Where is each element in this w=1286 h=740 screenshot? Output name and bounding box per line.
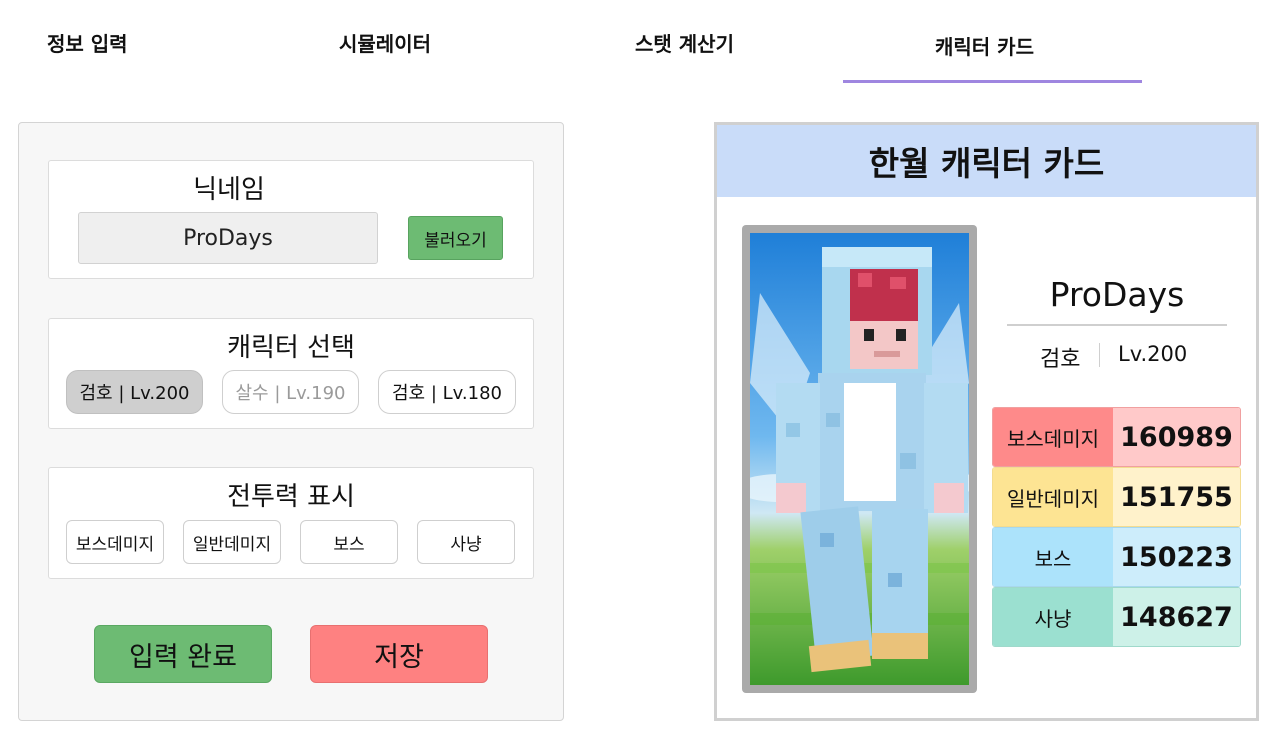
stat-value: 151755 xyxy=(1113,468,1240,526)
stat-row-hunting: 사냥 148627 xyxy=(992,587,1241,647)
character-portrait-frame xyxy=(742,225,977,693)
character-option-1[interactable]: 검호 | Lv.200 xyxy=(66,370,203,414)
stat-value: 150223 xyxy=(1113,528,1240,586)
save-button[interactable]: 저장 xyxy=(310,625,488,683)
character-portrait-image xyxy=(750,233,969,685)
character-select-heading: 캐릭터 선택 xyxy=(227,333,355,363)
input-complete-button[interactable]: 입력 완료 xyxy=(94,625,272,683)
card-class-divider xyxy=(1099,343,1100,367)
stat-label: 보스 xyxy=(993,528,1113,586)
active-tab-indicator xyxy=(843,80,1142,83)
card-character-name: ProDays xyxy=(1049,275,1185,314)
nickname-input[interactable] xyxy=(78,212,378,264)
nickname-section: 닉네임 불러오기 xyxy=(48,160,534,279)
stat-row-boss-damage: 보스데미지 160989 xyxy=(992,407,1241,467)
combat-power-heading: 전투력 표시 xyxy=(227,482,355,512)
stat-label: 보스데미지 xyxy=(993,408,1113,466)
character-option-3[interactable]: 검호 | Lv.180 xyxy=(378,370,516,414)
card-title: 한월 캐릭터 카드 xyxy=(717,125,1256,197)
tab-info-input[interactable]: 정보 입력 xyxy=(47,28,128,57)
load-button[interactable]: 불러오기 xyxy=(408,216,503,260)
stat-value: 160989 xyxy=(1113,408,1240,466)
character-card: 한월 캐릭터 카드 ProDays 검호 Lv.200 보스데미지 160989… xyxy=(714,122,1259,721)
stat-label: 일반데미지 xyxy=(993,468,1113,526)
nickname-heading: 닉네임 xyxy=(193,175,265,205)
card-character-level: Lv.200 xyxy=(1118,342,1188,366)
cp-option-normal-damage[interactable]: 일반데미지 xyxy=(183,520,281,564)
stat-label: 사냥 xyxy=(993,588,1113,646)
cp-option-boss-damage[interactable]: 보스데미지 xyxy=(66,520,164,564)
tab-simulator[interactable]: 시뮬레이터 xyxy=(339,28,431,57)
card-name-divider xyxy=(1007,324,1227,326)
tab-character-card[interactable]: 캐릭터 카드 xyxy=(935,31,1034,60)
stat-row-boss: 보스 150223 xyxy=(992,527,1241,587)
card-character-class: 검호 xyxy=(1040,347,1081,372)
tab-bar: 정보 입력 시뮬레이터 스탯 계산기 캐릭터 카드 xyxy=(0,0,1286,90)
cp-option-hunting[interactable]: 사냥 xyxy=(417,520,515,564)
character-select-section: 캐릭터 선택 검호 | Lv.200 살수 | Lv.190 검호 | Lv.1… xyxy=(48,318,534,429)
cp-option-boss[interactable]: 보스 xyxy=(300,520,398,564)
combat-power-section: 전투력 표시 보스데미지 일반데미지 보스 사냥 xyxy=(48,467,534,579)
character-option-2[interactable]: 살수 | Lv.190 xyxy=(222,370,359,414)
stat-row-normal-damage: 일반데미지 151755 xyxy=(992,467,1241,527)
stat-value: 148627 xyxy=(1113,588,1240,646)
input-form-panel: 닉네임 불러오기 캐릭터 선택 검호 | Lv.200 살수 | Lv.190 … xyxy=(18,122,564,721)
tab-stat-calculator[interactable]: 스탯 계산기 xyxy=(635,28,734,57)
